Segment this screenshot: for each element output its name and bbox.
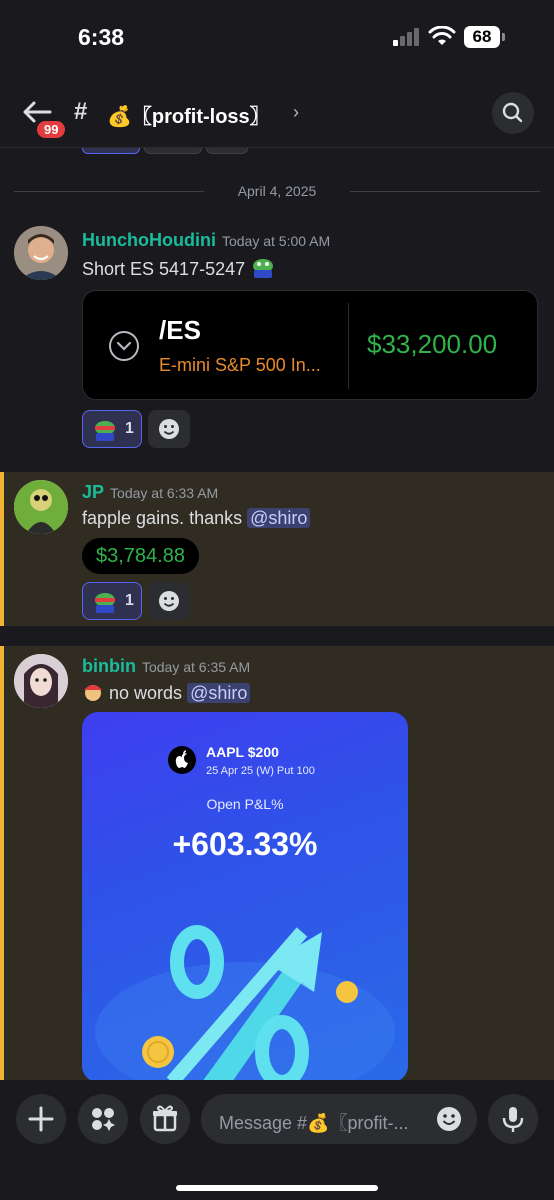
reaction-count: 1 — [125, 420, 134, 437]
date-divider-label: April 4, 2025 — [227, 183, 327, 199]
pepe-emoji-icon — [253, 259, 274, 278]
unread-badge: 99 — [34, 118, 69, 141]
cartoon-avatar-icon — [14, 480, 68, 534]
message-input-placeholder: Message #💰〖profit-... — [219, 1113, 409, 1133]
reaction-count: 1 — [125, 592, 134, 609]
message-content: Short ES 5417-5247 — [82, 258, 276, 280]
date-divider: April 4, 2025 — [14, 178, 540, 202]
add-reaction-button[interactable] — [148, 582, 190, 620]
message-content: fapple gains. thanks @shiro — [82, 508, 311, 529]
previous-reactions — [82, 148, 252, 159]
message-item: HunchoHoudini Today at 5:00 AM Short ES 5… — [0, 220, 554, 470]
plus-icon — [28, 1106, 54, 1132]
gift-icon — [153, 1105, 177, 1132]
message-author[interactable]: JP Today at 6:33 AM — [82, 482, 218, 503]
avatar[interactable] — [14, 226, 68, 280]
option-contract: 25 Apr 25 (W) Put 100 — [206, 765, 315, 777]
avatar[interactable] — [14, 480, 68, 534]
voice-message-button[interactable] — [488, 1094, 538, 1144]
anime-avatar-icon — [14, 654, 68, 708]
reaction-pepe[interactable]: 1 — [82, 582, 142, 620]
ticker-description: E-mini S&P 500 In... — [159, 355, 321, 375]
message-content: no words @shiro — [82, 682, 251, 704]
add-attachment-button[interactable] — [16, 1094, 66, 1144]
avatar[interactable] — [14, 654, 68, 708]
option-ticker: AAPL $200 — [206, 744, 279, 760]
message-item-mention: JP Today at 6:33 AM fapple gains. thanks … — [0, 472, 554, 626]
message-composer: Message #💰〖profit-... — [0, 1080, 554, 1200]
reaction-chip[interactable] — [206, 148, 248, 154]
ticker-symbol: /ES — [159, 315, 201, 345]
user-mention[interactable]: @shiro — [187, 683, 251, 703]
pnl-card-image[interactable]: AAPL $200 25 Apr 25 (W) Put 100 Open P&L… — [82, 712, 408, 1080]
ticker-price: $33,200.00 — [367, 329, 498, 359]
pnl-value: +603.33% — [172, 826, 318, 862]
message-timestamp: Today at 5:00 AM — [221, 233, 331, 249]
status-time: 6:38 — [78, 24, 125, 50]
smiley-icon — [159, 591, 179, 611]
apple-logo-icon — [168, 746, 196, 774]
reaction-pepe[interactable]: 1 — [82, 410, 142, 448]
message-input[interactable]: Message #💰〖profit-... — [201, 1094, 477, 1144]
price-pill[interactable]: $3,784.88 — [82, 538, 199, 574]
search-icon — [502, 102, 523, 123]
reaction-chip[interactable] — [144, 148, 202, 154]
gift-button[interactable] — [140, 1094, 190, 1144]
message-author[interactable]: binbin Today at 6:35 AM — [82, 656, 250, 677]
chevron-right-icon[interactable]: › — [293, 102, 299, 123]
message-feed[interactable]: April 4, 2025 HunchoHoudini Today at 5:00… — [0, 148, 554, 1080]
message-author[interactable]: HunchoHoudini Today at 5:00 AM — [82, 230, 330, 251]
battery-level: 68 — [464, 26, 500, 48]
message-timestamp: Today at 6:35 AM — [141, 659, 251, 675]
status-bar: 6:38 68 — [0, 0, 554, 80]
percent-arrow-graphic — [95, 925, 395, 1080]
microphone-icon — [502, 1107, 524, 1132]
pepe-emoji-icon — [95, 593, 115, 613]
home-indicator — [176, 1185, 378, 1191]
wifi-icon — [428, 26, 456, 45]
hash-icon: # — [74, 98, 88, 125]
apps-sparkle-icon — [92, 1108, 115, 1131]
cellular-signal-icon — [393, 28, 423, 46]
emoji-picker-icon[interactable] — [435, 1105, 463, 1133]
pepe-emoji-icon — [95, 421, 115, 441]
face-emoji-icon — [84, 685, 102, 701]
user-mention[interactable]: @shiro — [247, 508, 311, 528]
ticker-embed[interactable]: /ES E-mini S&P 500 In... $33,200.00 — [82, 290, 538, 400]
message-timestamp: Today at 6:33 AM — [110, 485, 219, 501]
message-item-mention: binbin Today at 6:35 AM no words @shiro A… — [0, 646, 554, 1080]
channel-header: 99 # 💰〖profit-loss〗 › — [0, 80, 554, 148]
apps-button[interactable] — [78, 1094, 128, 1144]
smiley-icon — [159, 419, 179, 439]
pnl-label: Open P&L% — [206, 796, 284, 812]
add-reaction-button[interactable] — [148, 410, 190, 448]
channel-title[interactable]: 💰〖profit-loss〗 — [107, 100, 270, 129]
user-photo-icon — [14, 226, 68, 280]
reaction-chip[interactable] — [82, 148, 140, 154]
search-button[interactable] — [492, 92, 534, 134]
chevron-down-icon[interactable] — [109, 331, 139, 361]
battery-tip — [502, 33, 505, 41]
